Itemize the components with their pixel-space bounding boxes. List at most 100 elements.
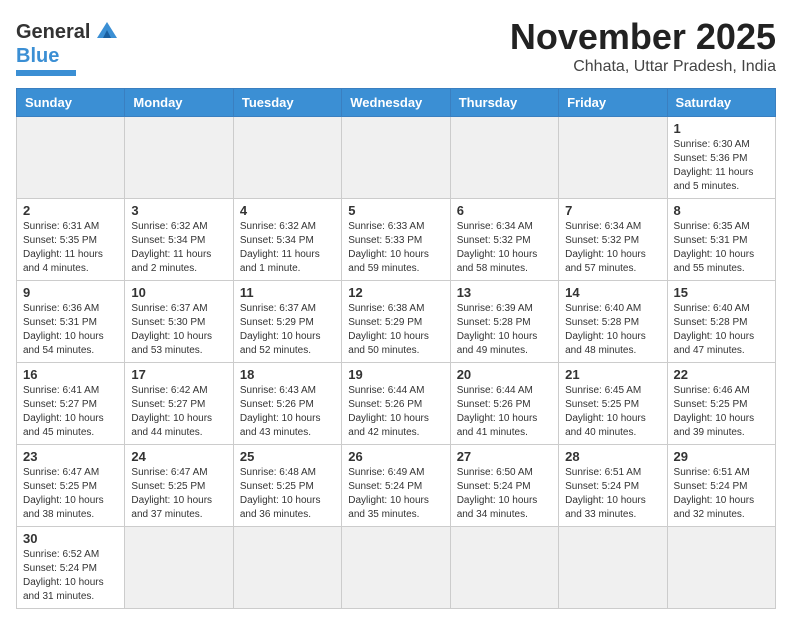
table-row: 7 Sunrise: 6:34 AM Sunset: 5:32 PM Daylig… <box>559 199 667 281</box>
table-row: 22 Sunrise: 6:46 AM Sunset: 5:25 PM Dayli… <box>667 363 775 445</box>
table-row: 25Sunrise: 6:48 AM Sunset: 5:25 PM Dayli… <box>233 445 341 527</box>
day-number: 27 <box>457 449 552 464</box>
weekday-header-sunday: Sunday <box>17 89 125 117</box>
day-number: 9 <box>23 285 118 300</box>
day-info: Sunrise: 6:47 AM Sunset: 5:25 PM Dayligh… <box>23 466 118 522</box>
day-number: 12 <box>348 285 443 300</box>
table-row: 8 Sunrise: 6:35 AM Sunset: 5:31 PM Daylig… <box>667 199 775 281</box>
day-number: 4 <box>240 203 335 218</box>
table-row <box>450 527 558 609</box>
table-row <box>667 527 775 609</box>
table-row: 14 Sunrise: 6:40 AM Sunset: 5:28 PM Dayli… <box>559 281 667 363</box>
location: Chhata, Uttar Pradesh, India <box>510 58 776 76</box>
day-info: Sunrise: 6:44 AM Sunset: 5:26 PM Dayligh… <box>348 384 443 440</box>
logo-bar <box>16 70 76 76</box>
table-row: 4 Sunrise: 6:32 AM Sunset: 5:34 PM Daylig… <box>233 199 341 281</box>
day-info: Sunrise: 6:31 AM Sunset: 5:35 PM Dayligh… <box>23 220 118 276</box>
day-number: 1 <box>674 121 769 136</box>
day-number: 18 <box>240 367 335 382</box>
weekday-header-monday: Monday <box>125 89 233 117</box>
day-number: 16 <box>23 367 118 382</box>
table-row: 30 Sunrise: 6:52 AM Sunset: 5:24 PM Dayli… <box>17 527 125 609</box>
day-info: Sunrise: 6:47 AM Sunset: 5:25 PM Dayligh… <box>131 466 226 522</box>
day-info: Sunrise: 6:32 AM Sunset: 5:34 PM Dayligh… <box>240 220 335 276</box>
table-row: 18 Sunrise: 6:43 AM Sunset: 5:26 PM Dayli… <box>233 363 341 445</box>
table-row: 3Sunrise: 6:32 AM Sunset: 5:34 PM Daylig… <box>125 199 233 281</box>
day-number: 8 <box>674 203 769 218</box>
table-row <box>559 117 667 199</box>
table-row: 15Sunrise: 6:40 AM Sunset: 5:28 PM Dayli… <box>667 281 775 363</box>
day-info: Sunrise: 6:51 AM Sunset: 5:24 PM Dayligh… <box>674 466 769 522</box>
table-row: 26Sunrise: 6:49 AM Sunset: 5:24 PM Dayli… <box>342 445 450 527</box>
table-row: 23 Sunrise: 6:47 AM Sunset: 5:25 PM Dayli… <box>17 445 125 527</box>
day-number: 21 <box>565 367 660 382</box>
day-info: Sunrise: 6:42 AM Sunset: 5:27 PM Dayligh… <box>131 384 226 440</box>
day-info: Sunrise: 6:50 AM Sunset: 5:24 PM Dayligh… <box>457 466 552 522</box>
table-row: 12Sunrise: 6:38 AM Sunset: 5:29 PM Dayli… <box>342 281 450 363</box>
table-row: 9 Sunrise: 6:36 AM Sunset: 5:31 PM Daylig… <box>17 281 125 363</box>
calendar-row: 16Sunrise: 6:41 AM Sunset: 5:27 PM Dayli… <box>17 363 776 445</box>
logo-general: General <box>16 21 90 44</box>
day-info: Sunrise: 6:37 AM Sunset: 5:29 PM Dayligh… <box>240 302 335 358</box>
day-number: 6 <box>457 203 552 218</box>
day-number: 17 <box>131 367 226 382</box>
logo-blue: Blue <box>16 45 59 67</box>
table-row: 28 Sunrise: 6:51 AM Sunset: 5:24 PM Dayli… <box>559 445 667 527</box>
table-row: 21 Sunrise: 6:45 AM Sunset: 5:25 PM Dayli… <box>559 363 667 445</box>
table-row: 6Sunrise: 6:34 AM Sunset: 5:32 PM Daylig… <box>450 199 558 281</box>
day-info: Sunrise: 6:43 AM Sunset: 5:26 PM Dayligh… <box>240 384 335 440</box>
day-info: Sunrise: 6:44 AM Sunset: 5:26 PM Dayligh… <box>457 384 552 440</box>
calendar-row: 23 Sunrise: 6:47 AM Sunset: 5:25 PM Dayli… <box>17 445 776 527</box>
day-number: 15 <box>674 285 769 300</box>
table-row <box>559 527 667 609</box>
day-info: Sunrise: 6:51 AM Sunset: 5:24 PM Dayligh… <box>565 466 660 522</box>
day-info: Sunrise: 6:35 AM Sunset: 5:31 PM Dayligh… <box>674 220 769 276</box>
day-info: Sunrise: 6:39 AM Sunset: 5:28 PM Dayligh… <box>457 302 552 358</box>
table-row: 20Sunrise: 6:44 AM Sunset: 5:26 PM Dayli… <box>450 363 558 445</box>
logo-icon <box>93 16 121 44</box>
calendar-row: 30 Sunrise: 6:52 AM Sunset: 5:24 PM Dayli… <box>17 527 776 609</box>
day-info: Sunrise: 6:46 AM Sunset: 5:25 PM Dayligh… <box>674 384 769 440</box>
day-info: Sunrise: 6:34 AM Sunset: 5:32 PM Dayligh… <box>565 220 660 276</box>
day-number: 13 <box>457 285 552 300</box>
table-row: 19Sunrise: 6:44 AM Sunset: 5:26 PM Dayli… <box>342 363 450 445</box>
day-number: 10 <box>131 285 226 300</box>
table-row: 2Sunrise: 6:31 AM Sunset: 5:35 PM Daylig… <box>17 199 125 281</box>
table-row <box>342 527 450 609</box>
table-row: 24 Sunrise: 6:47 AM Sunset: 5:25 PM Dayli… <box>125 445 233 527</box>
day-info: Sunrise: 6:40 AM Sunset: 5:28 PM Dayligh… <box>565 302 660 358</box>
table-row <box>450 117 558 199</box>
day-number: 29 <box>674 449 769 464</box>
table-row <box>342 117 450 199</box>
day-info: Sunrise: 6:52 AM Sunset: 5:24 PM Dayligh… <box>23 548 118 604</box>
day-number: 23 <box>23 449 118 464</box>
day-number: 14 <box>565 285 660 300</box>
day-number: 22 <box>674 367 769 382</box>
day-info: Sunrise: 6:33 AM Sunset: 5:33 PM Dayligh… <box>348 220 443 276</box>
day-number: 30 <box>23 531 118 546</box>
table-row: 10Sunrise: 6:37 AM Sunset: 5:30 PM Dayli… <box>125 281 233 363</box>
day-info: Sunrise: 6:36 AM Sunset: 5:31 PM Dayligh… <box>23 302 118 358</box>
day-number: 5 <box>348 203 443 218</box>
calendar-row: 9 Sunrise: 6:36 AM Sunset: 5:31 PM Daylig… <box>17 281 776 363</box>
weekday-header-tuesday: Tuesday <box>233 89 341 117</box>
month-title: November 2025 <box>510 16 776 58</box>
day-info: Sunrise: 6:49 AM Sunset: 5:24 PM Dayligh… <box>348 466 443 522</box>
day-number: 7 <box>565 203 660 218</box>
day-number: 25 <box>240 449 335 464</box>
table-row <box>125 527 233 609</box>
day-number: 24 <box>131 449 226 464</box>
table-row <box>125 117 233 199</box>
table-row: 17 Sunrise: 6:42 AM Sunset: 5:27 PM Dayli… <box>125 363 233 445</box>
day-info: Sunrise: 6:45 AM Sunset: 5:25 PM Dayligh… <box>565 384 660 440</box>
day-number: 28 <box>565 449 660 464</box>
weekday-header-thursday: Thursday <box>450 89 558 117</box>
page-header: General Blue November 2025 Chhata, Uttar… <box>16 16 776 76</box>
table-row: 29 Sunrise: 6:51 AM Sunset: 5:24 PM Dayli… <box>667 445 775 527</box>
table-row: 13 Sunrise: 6:39 AM Sunset: 5:28 PM Dayli… <box>450 281 558 363</box>
day-info: Sunrise: 6:30 AM Sunset: 5:36 PM Dayligh… <box>674 138 769 194</box>
weekday-header-row: SundayMondayTuesdayWednesdayThursdayFrid… <box>17 89 776 117</box>
calendar: SundayMondayTuesdayWednesdayThursdayFrid… <box>16 88 776 609</box>
weekday-header-saturday: Saturday <box>667 89 775 117</box>
title-block: November 2025 Chhata, Uttar Pradesh, Ind… <box>510 16 776 76</box>
